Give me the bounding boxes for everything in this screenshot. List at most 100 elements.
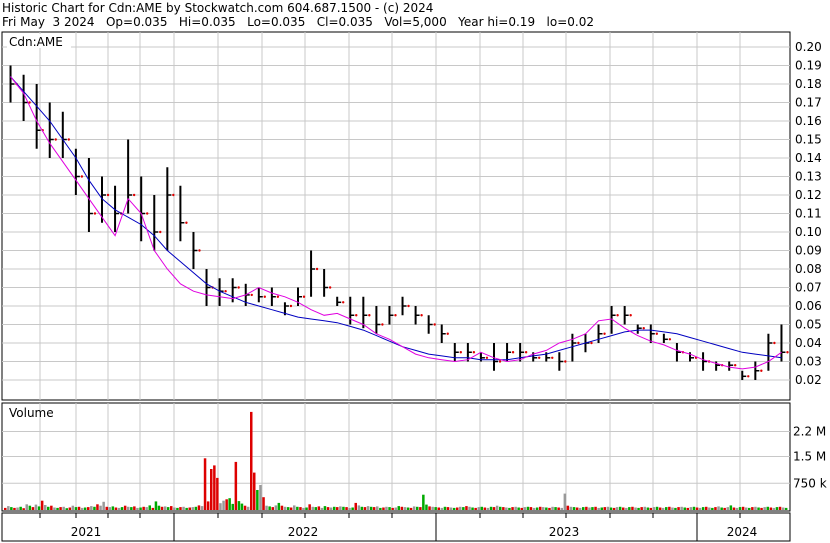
year-label: 2022 bbox=[288, 525, 319, 539]
close-marker bbox=[668, 338, 672, 341]
volume-bar bbox=[194, 506, 198, 510]
volume-bar bbox=[296, 506, 299, 510]
volume-bar bbox=[22, 508, 25, 510]
volume-bar bbox=[87, 507, 90, 510]
volume-bar bbox=[108, 507, 111, 510]
volume-bar bbox=[465, 506, 468, 510]
volume-bar bbox=[452, 507, 456, 510]
close-marker bbox=[590, 341, 593, 345]
volume-bar bbox=[280, 505, 284, 510]
volume-bar bbox=[708, 507, 711, 510]
volume-bar bbox=[489, 506, 493, 510]
volume-bar bbox=[80, 507, 84, 510]
volume-bar bbox=[726, 507, 729, 510]
price-y-ticks: 0.20 0.19 0.18 0.17 0.16 0.15 0.14 0.13 0.12 0.11… bbox=[795, 40, 822, 387]
volume-bar bbox=[606, 506, 610, 510]
volume-bar bbox=[591, 507, 594, 510]
volume-bar bbox=[366, 506, 370, 510]
volume-bar bbox=[729, 505, 733, 510]
volume-bar bbox=[748, 507, 751, 510]
volume-bar bbox=[400, 506, 404, 510]
volume-bar bbox=[379, 507, 382, 510]
volume-bar bbox=[575, 507, 579, 510]
volume-bar bbox=[486, 507, 490, 510]
volume-bar bbox=[625, 507, 628, 510]
volume-bar bbox=[157, 505, 161, 510]
volume-bar bbox=[289, 507, 293, 510]
volume-bar bbox=[222, 500, 225, 510]
volume-bar bbox=[59, 507, 62, 510]
volume-bar bbox=[271, 507, 274, 510]
volume-bar bbox=[357, 505, 361, 510]
volume-bar bbox=[47, 506, 50, 510]
volume-bar bbox=[185, 507, 188, 510]
volume-bar bbox=[652, 507, 656, 510]
volume-bar bbox=[142, 506, 145, 510]
close-marker bbox=[485, 356, 489, 359]
volume-bar bbox=[314, 507, 317, 510]
volume-bar bbox=[674, 507, 677, 510]
price-y-tick-label: 0.12 bbox=[795, 188, 822, 202]
volume-bar bbox=[661, 507, 665, 510]
volume-bar bbox=[176, 507, 179, 510]
volume-bar bbox=[419, 507, 422, 510]
volume-bar bbox=[286, 507, 290, 510]
volume-bar bbox=[213, 465, 216, 510]
volume-bar bbox=[628, 507, 631, 510]
volume-bar bbox=[62, 506, 65, 510]
volume-bar bbox=[31, 507, 35, 510]
volume-bar bbox=[720, 507, 723, 510]
volume-bar bbox=[111, 506, 115, 510]
volume-bar bbox=[345, 507, 348, 510]
volume-bar bbox=[329, 507, 333, 510]
volume-bar bbox=[760, 507, 763, 510]
volume-bar bbox=[499, 506, 502, 510]
close-marker bbox=[498, 360, 502, 363]
volume-bar bbox=[151, 507, 155, 510]
volume-bar bbox=[44, 505, 47, 510]
volume-bar bbox=[603, 507, 606, 510]
volume-bar bbox=[13, 507, 16, 510]
volume-bar bbox=[311, 506, 314, 510]
volume-bar bbox=[655, 506, 659, 510]
volume-bar bbox=[462, 507, 465, 510]
volume-bar bbox=[548, 507, 551, 510]
volume-bar bbox=[425, 504, 428, 510]
volume-bar bbox=[348, 507, 351, 510]
volume-bar bbox=[468, 506, 471, 510]
volume-panel: 2.2 M 1.5 M 750 k Volume bbox=[1, 402, 827, 512]
volume-bar bbox=[234, 461, 238, 510]
volume-bar bbox=[492, 507, 496, 510]
volume-bar bbox=[505, 507, 508, 510]
volume-bar bbox=[735, 507, 739, 510]
volume-y-tick-label: 750 k bbox=[793, 476, 827, 490]
volume-bar bbox=[7, 506, 10, 510]
volume-bar bbox=[302, 507, 305, 510]
volume-bar bbox=[37, 506, 41, 510]
volume-bar bbox=[631, 506, 634, 510]
close-marker bbox=[407, 304, 410, 308]
volume-bar bbox=[305, 507, 308, 510]
volume-bar bbox=[649, 507, 653, 510]
volume-bar bbox=[139, 507, 142, 510]
volume-bar bbox=[179, 507, 182, 510]
volume-bar bbox=[751, 507, 754, 510]
volume-bar bbox=[495, 505, 499, 510]
volume-bar bbox=[77, 506, 81, 510]
price-y-tick-label: 0.14 bbox=[795, 151, 822, 165]
close-marker bbox=[786, 351, 789, 354]
volume-bar bbox=[677, 507, 680, 510]
close-marker bbox=[381, 323, 384, 326]
volume-bar bbox=[336, 507, 339, 510]
close-marker bbox=[773, 341, 776, 345]
close-marker bbox=[734, 364, 737, 367]
price-y-tick-label: 0.20 bbox=[795, 40, 822, 54]
volume-bar bbox=[262, 497, 265, 510]
volume-bar bbox=[28, 505, 32, 510]
volume-bar bbox=[622, 507, 625, 510]
volume-bar bbox=[68, 507, 72, 510]
time-axis: 2021 2022 2023 2024 bbox=[1, 512, 791, 542]
volume-bar bbox=[634, 507, 637, 510]
close-marker bbox=[603, 332, 606, 335]
volume-bar bbox=[471, 507, 474, 510]
